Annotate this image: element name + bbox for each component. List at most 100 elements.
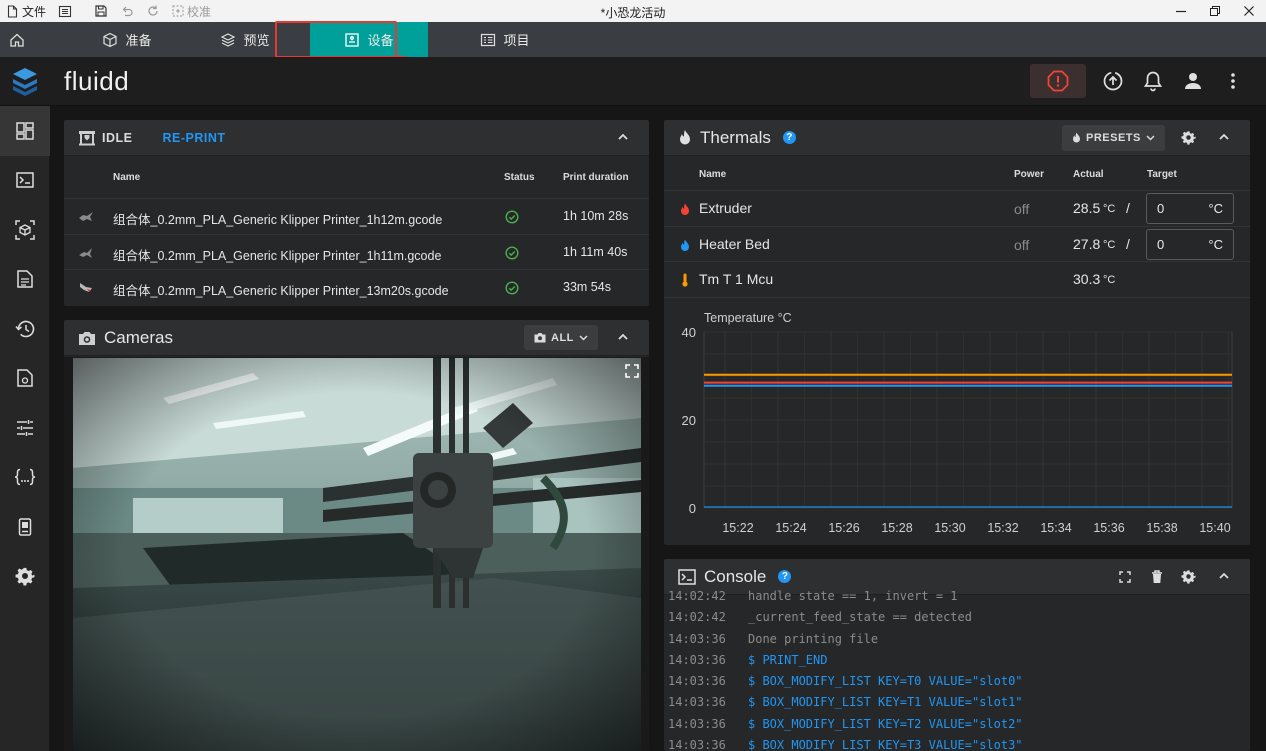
heater-row-bed: Heater Bed off 27.8 °C / 0 °C bbox=[664, 227, 1250, 262]
memory-icon bbox=[18, 518, 32, 536]
column-status[interactable]: Status bbox=[504, 172, 535, 183]
camera-small-icon bbox=[534, 333, 546, 343]
tab-device[interactable]: 设备 bbox=[310, 22, 428, 57]
camera-icon bbox=[79, 331, 95, 345]
save-button[interactable] bbox=[88, 0, 114, 22]
sidebar-item-settings[interactable] bbox=[0, 552, 50, 602]
sidebar-item-dashboard[interactable] bbox=[0, 106, 50, 156]
calibrate-button[interactable]: 校准 bbox=[166, 0, 217, 22]
table-row[interactable]: 组合体_0.2mm_PLA_Generic Klipper Printer_13… bbox=[64, 269, 649, 305]
chevron-up-icon[interactable] bbox=[1218, 570, 1230, 582]
console-line: 14:03:36 $ BOX_MODIFY_LIST KEY=T1 VALUE="… bbox=[668, 695, 1023, 710]
main-tabbar: 准备 预览 设备 项目 bbox=[0, 22, 1266, 57]
trash-icon[interactable] bbox=[1151, 570, 1163, 584]
chevron-down-icon bbox=[1146, 135, 1155, 141]
settings-gear-icon[interactable] bbox=[1181, 569, 1196, 584]
bed-target-input[interactable]: 0 °C bbox=[1146, 228, 1234, 260]
sidebar-item-macros[interactable] bbox=[0, 453, 50, 503]
fire-small-icon bbox=[1073, 132, 1080, 143]
tab-preview[interactable]: 预览 bbox=[186, 22, 304, 57]
sidebar-item-system[interactable] bbox=[0, 502, 50, 552]
tab-prepare[interactable]: 准备 bbox=[68, 22, 186, 57]
fullscreen-icon[interactable] bbox=[625, 364, 639, 378]
chevron-up-icon[interactable] bbox=[1218, 131, 1230, 143]
help-icon[interactable]: ? bbox=[778, 570, 792, 583]
restore-button[interactable] bbox=[1198, 0, 1232, 22]
table-row[interactable]: 组合体_0.2mm_PLA_Generic Klipper Printer_1h… bbox=[64, 198, 649, 234]
sidebar-item-console[interactable] bbox=[0, 156, 50, 206]
file-menu-label: 文件 bbox=[22, 4, 47, 19]
restore-icon bbox=[1210, 6, 1220, 16]
expand-icon[interactable] bbox=[1119, 571, 1131, 583]
tab-project-label: 项目 bbox=[503, 33, 530, 48]
x-tick-label: 15:32 bbox=[987, 521, 1018, 535]
camera-filter-button[interactable]: ALL bbox=[524, 325, 598, 350]
target-unit: °C bbox=[1208, 236, 1223, 252]
job-table-header: Name Status Print duration bbox=[64, 156, 649, 198]
target-value: 0 bbox=[1157, 201, 1165, 216]
save-icon bbox=[95, 5, 107, 17]
console-line: 14:03:36 $ PRINT_END bbox=[668, 652, 828, 667]
sensor-actual-unit: °C bbox=[1103, 274, 1116, 286]
list-menu-button[interactable] bbox=[52, 0, 78, 22]
settings-gear-icon[interactable] bbox=[1181, 130, 1196, 145]
tab-home[interactable] bbox=[0, 22, 34, 57]
tab-project[interactable]: 项目 bbox=[446, 22, 564, 57]
model-thumbnail-icon bbox=[79, 212, 93, 221]
upload-print-button[interactable] bbox=[1100, 63, 1126, 99]
device-icon bbox=[345, 32, 360, 47]
chevron-up-icon[interactable] bbox=[617, 131, 629, 143]
sidebar-item-gcode-preview[interactable] bbox=[0, 205, 50, 255]
close-icon bbox=[1244, 6, 1254, 16]
help-icon[interactable]: ? bbox=[782, 131, 796, 144]
console-line: 14:03:36 Done printing file bbox=[668, 631, 879, 646]
thermals-header: Thermals ? PRESETS bbox=[664, 120, 1250, 156]
thermals-table-header: Name Power Actual Target bbox=[664, 156, 1250, 191]
redo-button[interactable] bbox=[140, 0, 166, 22]
undo-button[interactable] bbox=[114, 0, 140, 22]
extruder-target-input[interactable]: 0 °C bbox=[1146, 193, 1234, 224]
sidebar-item-history[interactable] bbox=[0, 304, 50, 354]
redo-icon bbox=[148, 5, 158, 16]
x-tick-label: 15:24 bbox=[775, 521, 806, 535]
reprint-button[interactable]: RE-PRINT bbox=[162, 131, 225, 145]
emergency-stop-button[interactable] bbox=[1030, 64, 1086, 98]
x-tick-label: 15:30 bbox=[934, 521, 965, 535]
fluidd-logo[interactable] bbox=[0, 57, 50, 106]
heater-name: Heater Bed bbox=[699, 235, 770, 252]
y-tick-label: 0 bbox=[689, 501, 696, 516]
tab-preview-label: 预览 bbox=[243, 33, 270, 48]
app-bar: fluidd bbox=[0, 57, 1266, 106]
sidebar-item-tune[interactable] bbox=[0, 403, 50, 453]
file-menu[interactable]: 文件 bbox=[0, 0, 52, 22]
job-duration: 33m 54s bbox=[563, 280, 611, 294]
check-circle-icon bbox=[505, 210, 519, 224]
chevron-up-icon[interactable] bbox=[617, 331, 629, 343]
temperature-chart[interactable]: Temperature °C 0 20 40 15:22 15:24 15:26 15:28 1… bbox=[664, 298, 1250, 545]
heater-actual: 27.8 bbox=[1073, 235, 1101, 252]
column-duration[interactable]: Print duration bbox=[563, 172, 629, 183]
more-menu-button[interactable] bbox=[1220, 63, 1246, 99]
heater-actual-unit: °C bbox=[1103, 203, 1116, 215]
close-window-button[interactable] bbox=[1232, 0, 1266, 22]
heater-separator: / bbox=[1126, 200, 1130, 216]
gear-icon bbox=[15, 568, 35, 586]
presets-button[interactable]: PRESETS bbox=[1062, 125, 1165, 151]
console-line: 14:03:36 $ BOX_MODIFY_LIST KEY=T3 VALUE="… bbox=[668, 738, 1023, 751]
console-output[interactable]: 14:02:42 handle state == 1, invert = 1 14… bbox=[664, 586, 1250, 751]
column-power: Power bbox=[1014, 169, 1045, 180]
minimize-button[interactable] bbox=[1164, 0, 1198, 22]
camera-feed-image[interactable] bbox=[73, 358, 641, 751]
sidebar-item-configuration[interactable] bbox=[0, 354, 50, 404]
dashboard-icon bbox=[16, 122, 34, 140]
job-duration: 1h 11m 40s bbox=[563, 244, 628, 259]
notifications-button[interactable] bbox=[1140, 63, 1166, 99]
column-name[interactable]: Name bbox=[113, 172, 140, 183]
x-tick-label: 15:34 bbox=[1040, 521, 1071, 535]
user-button[interactable] bbox=[1180, 63, 1206, 99]
minimize-icon bbox=[1176, 10, 1186, 13]
console-line: 14:02:42 _current_feed_state == detected bbox=[668, 610, 972, 625]
table-row[interactable]: 组合体_0.2mm_PLA_Generic Klipper Printer_1h… bbox=[64, 233, 649, 270]
sidebar-item-jobs[interactable] bbox=[0, 255, 50, 305]
user-icon bbox=[1185, 73, 1201, 89]
